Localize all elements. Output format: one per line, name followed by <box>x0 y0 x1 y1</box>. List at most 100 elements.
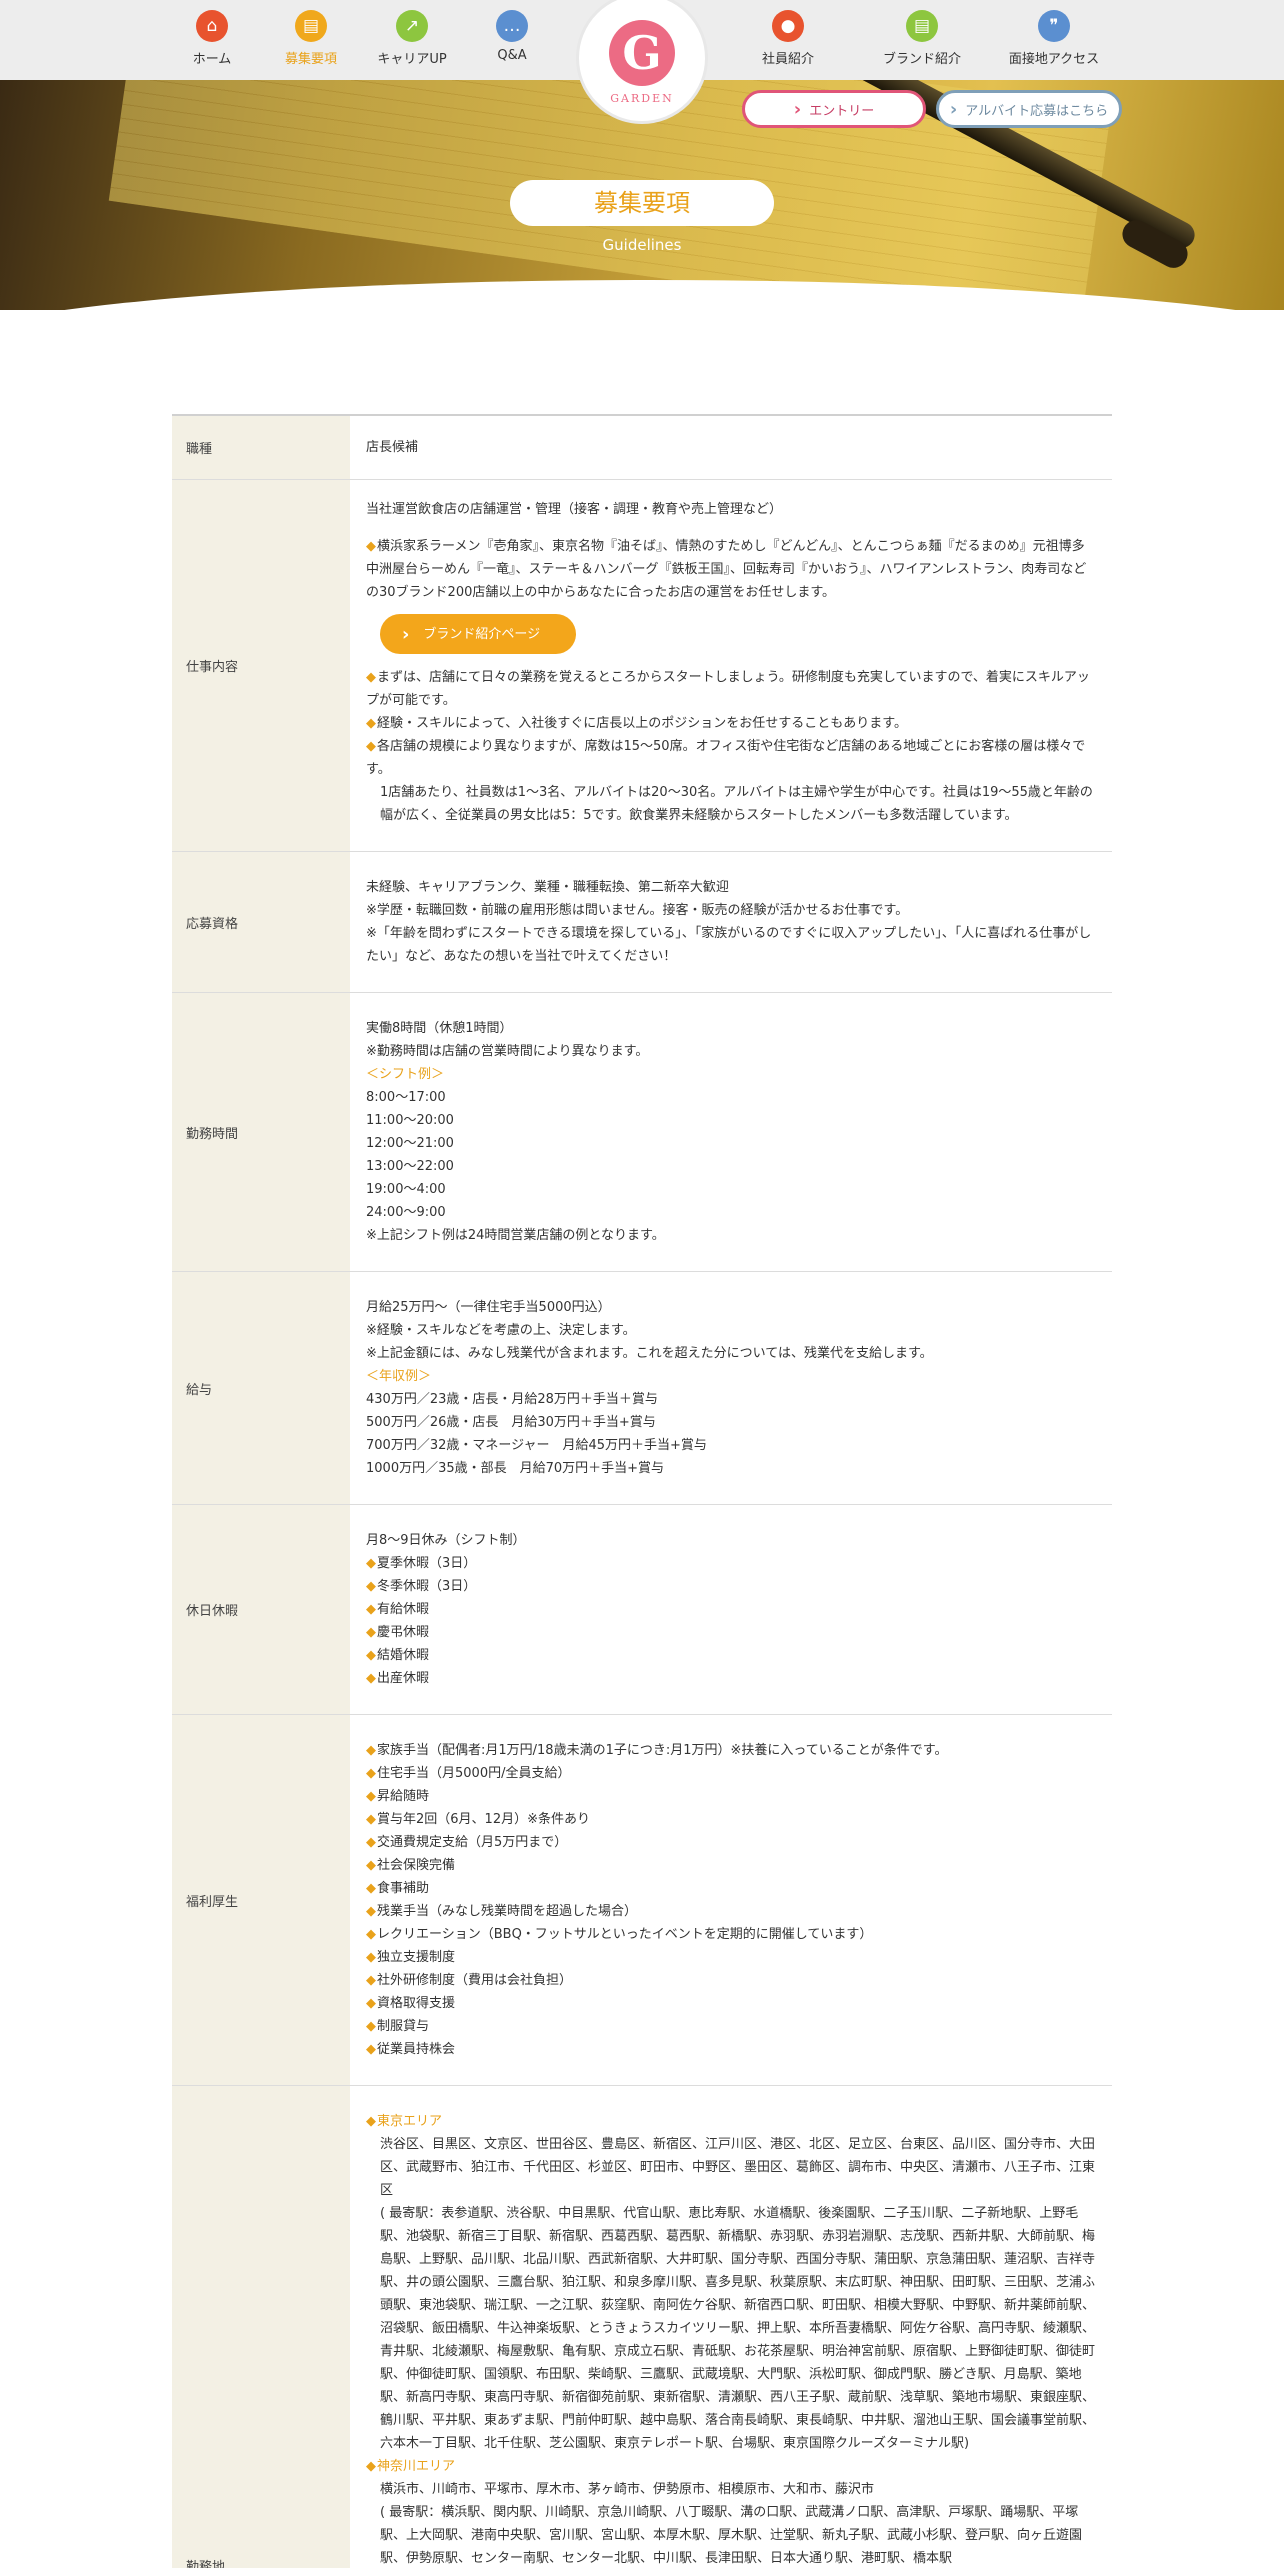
work-brands-text: 横浜家系ラーメン『壱角家』、東京名物『油そば』、情熱のすためし『どんどん』、とん… <box>366 539 1087 600</box>
holiday-item: ◆結婚休暇 <box>366 1648 430 1663</box>
welfare-item-text: 住宅手当（月5000円/全員支給） <box>377 1766 571 1781</box>
nav-label: 面接地アクセス <box>1008 52 1100 67</box>
nav-qa[interactable]: … Q&A <box>452 10 572 63</box>
row-label: 職種 <box>172 414 350 480</box>
chevron-right-icon: › <box>949 98 958 120</box>
row-qualification: 応募資格 未経験、キャリアブランク、業種・職種転換、第二新卒大歓迎 ※学歴・転職… <box>172 851 1112 993</box>
shift-item: 13:00～22:00 <box>366 1159 454 1174</box>
work-point: ◆経験・スキルによって、入社後すぐに店長以上のポジションをお任せすることもありま… <box>366 716 908 731</box>
guidelines-table: 職種 店長候補 仕事内容 当社運営飲食店の店舗運営・管理（接客・調理・教育や売上… <box>172 414 1112 2568</box>
row-work: 仕事内容 当社運営飲食店の店舗運営・管理（接客・調理・教育や売上管理など） ◆横… <box>172 479 1112 852</box>
row-location: 勤務地 ◆東京エリア 渋谷区、目黒区、文京区、世田谷区、豊島区、新宿区、江戸川区… <box>172 2085 1112 2568</box>
row-value: 月給25万円～（一律住宅手当5000円込） ※経験・スキルなどを考慮の上、決定し… <box>350 1271 1112 1505</box>
area-heading-text: 東京エリア <box>377 2114 443 2129</box>
work-point: 1店舗あたり、社員数は1～3名、アルバイトは20～30名。アルバイトは主婦や学生… <box>380 785 1093 823</box>
welfare-item-text: 独立支援制度 <box>377 1950 456 1965</box>
area-heading-text: 神奈川エリア <box>377 2459 456 2474</box>
holiday-item-text: 冬季休暇（3日） <box>377 1579 477 1594</box>
holiday-item: ◆有給休暇 <box>366 1602 430 1617</box>
chat-bubble-icon: … <box>496 10 528 42</box>
qual-line: ※「年齢を問わずにスタートできる環境を探している」、「家族がいるのですぐに収入ア… <box>366 926 1092 964</box>
welfare-item-text: 交通費規定支給（月5万円まで） <box>377 1835 568 1850</box>
annual-income-heading: ＜年収例＞ <box>366 1369 432 1384</box>
chevron-right-icon: › <box>402 623 410 645</box>
nav-brands[interactable]: ▤ ブランド紹介 <box>862 10 982 67</box>
qual-line: 未経験、キャリアブランク、業種・職種転換、第二新卒大歓迎 <box>366 880 729 895</box>
nav-label: 社員紹介 <box>761 52 814 67</box>
area-stations: ( 最寄駅：表参道駅、渋谷駅、中目黒駅、代官山駅、恵比寿駅、水道橋駅、後楽園駅、… <box>380 2206 1096 2451</box>
work-point-text: まずは、店舗にて日々の業務を覚えるところからスタートしましょう。研修制度も充実し… <box>366 670 1090 708</box>
work-point: ◆各店舗の規模により異なりますが、席数は15～50席。オフィス街や住宅街など店舗… <box>366 739 1086 777</box>
shift-item: 11:00～20:00 <box>366 1113 454 1128</box>
welfare-item: ◆昇給随時 <box>366 1789 430 1804</box>
part-time-apply-label: アルバイト応募はこちら <box>965 103 1109 119</box>
part-time-apply-button[interactable]: › アルバイト応募はこちら <box>936 90 1122 128</box>
row-value: 未経験、キャリアブランク、業種・職種転換、第二新卒大歓迎 ※学歴・転職回数・前職… <box>350 851 1112 993</box>
row-value: ◆東京エリア 渋谷区、目黒区、文京区、世田谷区、豊島区、新宿区、江戸川区、港区、… <box>350 2085 1112 2568</box>
welfare-item-text: 社会保険完備 <box>377 1858 456 1873</box>
hours-note: ※上記シフト例は24時間営業店舗の例となります。 <box>366 1228 665 1243</box>
welfare-item-text: 昇給随時 <box>377 1789 430 1804</box>
salary-line: ※上記金額には、みなし残業代が含まれます。これを超えた分については、残業代を支給… <box>366 1346 933 1361</box>
nav-label: Q&A <box>497 48 527 63</box>
brand-page-button[interactable]: › ブランド紹介ページ <box>380 614 576 654</box>
hours-line: ※勤務時間は店舗の営業時間により異なります。 <box>366 1044 649 1059</box>
welfare-item: ◆社会保険完備 <box>366 1858 456 1873</box>
welfare-item-text: 家族手当（配偶者:月1万円/18歳未満の1子につき:月1万円）※扶養に入っている… <box>377 1743 948 1758</box>
welfare-item: ◆住宅手当（月5000円/全員支給） <box>366 1766 571 1781</box>
holiday-item: ◆出産休暇 <box>366 1671 430 1686</box>
arrow-up-icon: ↗ <box>396 10 428 42</box>
work-intro: 当社運営飲食店の店舗運営・管理（接客・調理・教育や売上管理など） <box>366 502 783 517</box>
salary-example: 700万円／32歳・マネージャー 月給45万円＋手当+賞与 <box>366 1438 707 1453</box>
row-role: 職種 店長候補 <box>172 414 1112 480</box>
row-label: 勤務地 <box>172 2085 350 2568</box>
row-value: 当社運営飲食店の店舗運営・管理（接客・調理・教育や売上管理など） ◆横浜家系ラー… <box>350 479 1112 852</box>
area-cities: 渋谷区、目黒区、文京区、世田谷区、豊島区、新宿区、江戸川区、港区、北区、足立区、… <box>380 2137 1096 2198</box>
welfare-item-text: 制服貸与 <box>377 2019 430 2034</box>
holiday-item: ◆冬季休暇（3日） <box>366 1579 477 1594</box>
row-label: 給与 <box>172 1271 350 1505</box>
shift-item: 12:00～21:00 <box>366 1136 454 1151</box>
row-value: 実働8時間（休憩1時間） ※勤務時間は店舗の営業時間により異なります。 ＜シフト… <box>350 992 1112 1272</box>
nav-label: ブランド紹介 <box>882 52 961 67</box>
nav-access[interactable]: ❞ 面接地アクセス <box>994 10 1114 67</box>
entry-button[interactable]: › エントリー <box>742 90 926 128</box>
welfare-item: ◆資格取得支援 <box>366 1996 456 2011</box>
welfare-item-text: 賞与年2回（6月、12月）※条件あり <box>377 1812 590 1827</box>
salary-line: ※経験・スキルなどを考慮の上、決定します。 <box>366 1323 636 1338</box>
area-heading: ◆神奈川エリア <box>366 2459 456 2474</box>
area-stations: ( 最寄駅：横浜駅、関内駅、川崎駅、京急川崎駅、八丁畷駅、溝の口駅、武蔵溝ノ口駅… <box>380 2505 1083 2566</box>
welfare-item-text: レクリエーション（BBQ・フットサルといったイベントを定期的に開催しています） <box>377 1927 873 1942</box>
welfare-item: ◆残業手当（みなし残業時間を超過した場合） <box>366 1904 638 1919</box>
row-value: 店長候補 <box>350 414 1112 480</box>
holiday-item-text: 有給休暇 <box>377 1602 430 1617</box>
shift-heading: ＜シフト例＞ <box>366 1067 445 1082</box>
entry-button-label: エントリー <box>809 103 875 119</box>
shift-item: 8:00～17:00 <box>366 1090 446 1105</box>
qual-line: ※学歴・転職回数・前職の雇用形態は問いません。接客・販売の経験が活かせるお仕事で… <box>366 903 909 918</box>
welfare-item: ◆交通費規定支給（月5万円まで） <box>366 1835 568 1850</box>
area-cities: 横浜市、川崎市、平塚市、厚木市、茅ヶ崎市、伊勢原市、相模原市、大和市、藤沢市 <box>380 2482 875 2497</box>
page-title: 募集要項 <box>510 180 774 226</box>
brand-page-label: ブランド紹介ページ <box>423 626 541 642</box>
nav-staff[interactable]: ● 社員紹介 <box>728 10 848 67</box>
logo-text: GARDEN <box>610 91 674 105</box>
footprints-icon: ❞ <box>1038 10 1070 42</box>
area-heading: ◆東京エリア <box>366 2114 443 2129</box>
welfare-item: ◆制服貸与 <box>366 2019 430 2034</box>
document-icon: ▤ <box>906 10 938 42</box>
welfare-item: ◆社外研修制度（費用は会社負担） <box>366 1973 573 1988</box>
holiday-item-text: 出産休暇 <box>377 1671 430 1686</box>
welfare-item-text: 資格取得支援 <box>377 1996 456 2011</box>
row-label: 福利厚生 <box>172 1714 350 2086</box>
work-point: ◆まずは、店舗にて日々の業務を覚えるところからスタートしましょう。研修制度も充実… <box>366 670 1090 708</box>
home-icon: ⌂ <box>196 10 228 42</box>
welfare-item: ◆レクリエーション（BBQ・フットサルといったイベントを定期的に開催しています） <box>366 1927 873 1942</box>
row-label: 勤務時間 <box>172 992 350 1272</box>
salary-example: 430万円／23歳・店長・月給28万円＋手当＋賞与 <box>366 1392 658 1407</box>
shift-item: 19:00～4:00 <box>366 1182 446 1197</box>
welfare-item-text: 社外研修制度（費用は会社負担） <box>377 1973 573 1988</box>
salary-example: 500万円／26歳・店長 月給30万円＋手当+賞与 <box>366 1415 656 1430</box>
work-point-text: 各店舗の規模により異なりますが、席数は15～50席。オフィス街や住宅街など店舗の… <box>366 739 1086 777</box>
row-value: ◆家族手当（配偶者:月1万円/18歳未満の1子につき:月1万円）※扶養に入ってい… <box>350 1714 1112 2086</box>
